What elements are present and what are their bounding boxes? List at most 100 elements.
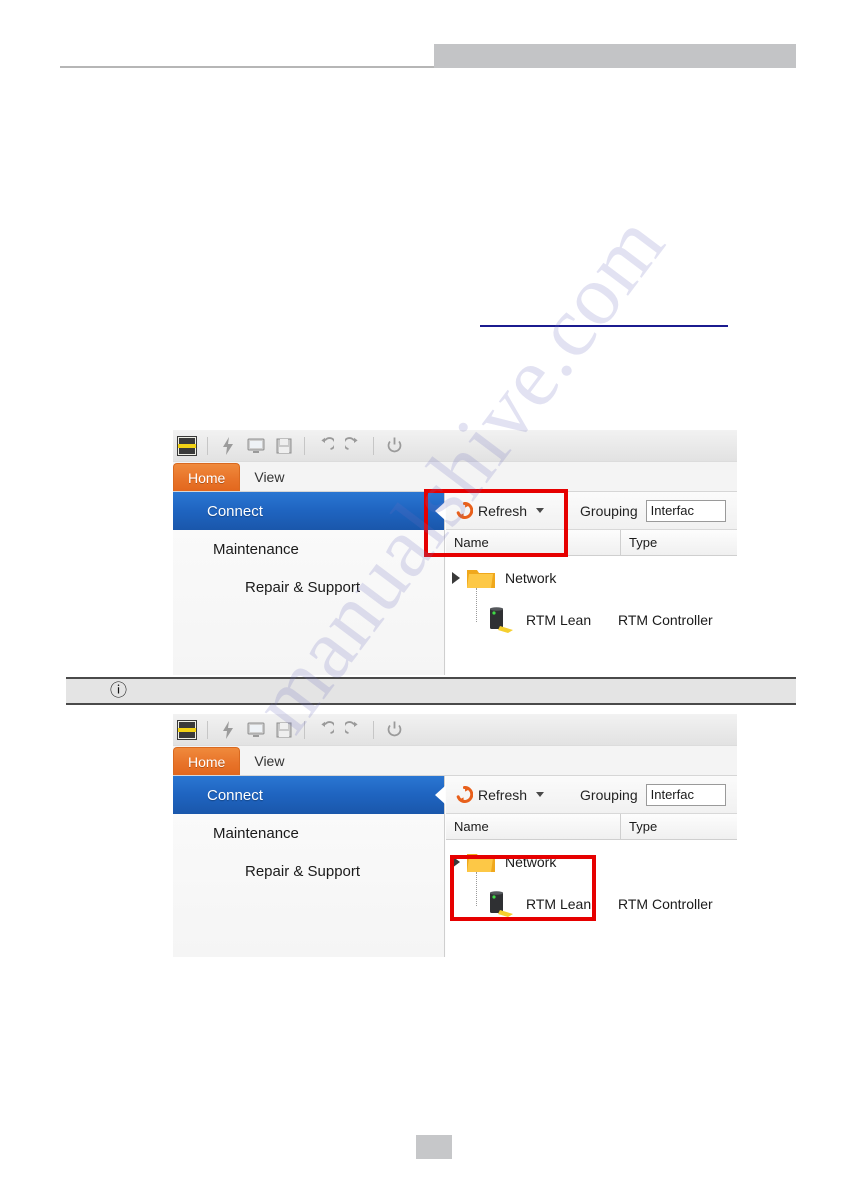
save-icon[interactable]	[273, 719, 295, 741]
undo-icon[interactable]	[314, 719, 336, 741]
chevron-down-icon[interactable]	[536, 792, 545, 797]
sidebar-item-label: Repair & Support	[245, 862, 361, 880]
column-label: Type	[629, 535, 658, 550]
grouping-value: Interfac	[650, 787, 694, 802]
refresh-label: Refresh	[478, 502, 528, 519]
row-name: RTM Lean	[526, 896, 592, 912]
info-icon: ⓘ	[110, 680, 127, 701]
content-pane: Refresh Grouping Interfac Name Type Netw…	[446, 492, 737, 675]
ribbon-tabs[interactable]: Home View	[173, 462, 737, 492]
folder-icon	[467, 570, 495, 588]
monitor-icon[interactable]	[245, 435, 267, 457]
refresh-button[interactable]: Refresh	[456, 502, 545, 519]
expand-arrow-icon[interactable]	[452, 856, 460, 868]
sidebar-item-repair-support[interactable]: Repair & Support	[173, 852, 444, 890]
document-page: Home View Connect Maintenance Repair & S…	[0, 0, 864, 1188]
refresh-icon	[456, 786, 473, 803]
sidebar-item-maintenance[interactable]: Maintenance	[173, 814, 444, 852]
column-header-name[interactable]: Name	[446, 530, 621, 555]
ribbon-tabs[interactable]: Home View	[173, 746, 737, 776]
row-name: Network	[505, 570, 557, 586]
app-window-2: Home View Connect Maintenance Repair & S…	[173, 714, 737, 957]
header-rule	[60, 66, 434, 68]
table-row[interactable]: RTM Lean RTM Controller	[446, 588, 737, 640]
sidebar-item-maintenance[interactable]: Maintenance	[173, 530, 444, 568]
column-label: Name	[454, 819, 489, 834]
command-bar: Refresh Grouping Interfac	[446, 776, 737, 814]
device-icon	[490, 891, 513, 917]
sidebar-item-label: Maintenance	[213, 540, 299, 558]
info-note-bar: ⓘ	[66, 677, 796, 705]
screenshot-refresh: Home View Connect Maintenance Repair & S…	[173, 430, 737, 675]
toolbar-separator	[207, 720, 208, 739]
grouping-value: Interfac	[650, 503, 694, 518]
grouping-input[interactable]: Interfac	[645, 783, 726, 806]
lightning-icon[interactable]	[217, 435, 239, 457]
tab-home[interactable]: Home	[173, 463, 241, 491]
quick-access-toolbar[interactable]	[173, 714, 737, 746]
toolbar-separator	[304, 436, 305, 455]
row-name: RTM Lean	[526, 612, 592, 628]
sidebar-item-connect[interactable]: Connect	[173, 492, 445, 530]
row-name: Network	[505, 854, 557, 870]
column-header-name[interactable]: Name	[446, 814, 621, 839]
toolbar-separator	[373, 720, 374, 739]
sidebar-item-repair-support[interactable]: Repair & Support	[173, 568, 444, 606]
grouping-input[interactable]: Interfac	[645, 499, 726, 522]
table-header: Name Type	[446, 530, 737, 556]
page-number-placeholder	[416, 1135, 452, 1159]
lightning-icon[interactable]	[217, 719, 239, 741]
sidebar-nav: Connect Maintenance Repair & Support	[173, 776, 445, 957]
toolbar-separator	[373, 436, 374, 455]
sidebar-item-label: Connect	[207, 502, 263, 520]
tree-connector	[476, 872, 477, 906]
header-block	[434, 44, 796, 68]
undo-icon[interactable]	[314, 435, 336, 457]
column-header-type[interactable]: Type	[621, 530, 737, 555]
redo-icon[interactable]	[342, 435, 364, 457]
sidebar-item-connect[interactable]: Connect	[173, 776, 445, 814]
quick-access-toolbar[interactable]	[173, 430, 737, 462]
content-pane: Refresh Grouping Interfac Name Type Netw…	[446, 776, 737, 957]
tab-view[interactable]: View	[240, 747, 298, 775]
grouping-label: Grouping	[580, 786, 638, 803]
app-logo-icon	[177, 719, 197, 740]
monitor-icon[interactable]	[245, 719, 267, 741]
column-label: Type	[629, 819, 658, 834]
command-bar: Refresh Grouping Interfac	[446, 492, 737, 530]
table-row[interactable]: Network	[446, 840, 737, 884]
selection-notch-icon	[435, 786, 445, 804]
expand-arrow-icon[interactable]	[452, 572, 460, 584]
sidebar-item-label: Repair & Support	[245, 578, 361, 596]
table-header: Name Type	[446, 814, 737, 840]
sidebar-nav: Connect Maintenance Repair & Support	[173, 492, 445, 675]
column-label: Name	[454, 535, 489, 550]
column-header-type[interactable]: Type	[621, 814, 737, 839]
tree-connector	[476, 588, 477, 622]
selection-notch-icon	[435, 502, 445, 520]
folder-icon	[467, 854, 495, 872]
redo-icon[interactable]	[342, 719, 364, 741]
device-icon	[490, 607, 513, 633]
table-row[interactable]: RTM Lean RTM Controller	[446, 872, 737, 924]
grouping-label: Grouping	[580, 502, 638, 519]
chevron-down-icon[interactable]	[536, 508, 545, 513]
tab-view[interactable]: View	[240, 463, 298, 491]
table-row[interactable]: Network	[446, 556, 737, 600]
app-logo-icon	[177, 435, 197, 456]
row-type: RTM Controller	[618, 612, 713, 628]
app-window-1: Home View Connect Maintenance Repair & S…	[173, 430, 737, 675]
refresh-button[interactable]: Refresh	[456, 786, 545, 803]
refresh-icon	[456, 502, 473, 519]
save-icon[interactable]	[273, 435, 295, 457]
power-icon[interactable]	[383, 719, 405, 741]
toolbar-separator	[304, 720, 305, 739]
sidebar-item-label: Maintenance	[213, 824, 299, 842]
toolbar-separator	[207, 436, 208, 455]
tab-home[interactable]: Home	[173, 747, 241, 775]
redacted-link-rule[interactable]	[480, 325, 728, 327]
sidebar-item-label: Connect	[207, 786, 263, 804]
screenshot-network: Home View Connect Maintenance Repair & S…	[173, 714, 737, 957]
refresh-label: Refresh	[478, 786, 528, 803]
power-icon[interactable]	[383, 435, 405, 457]
